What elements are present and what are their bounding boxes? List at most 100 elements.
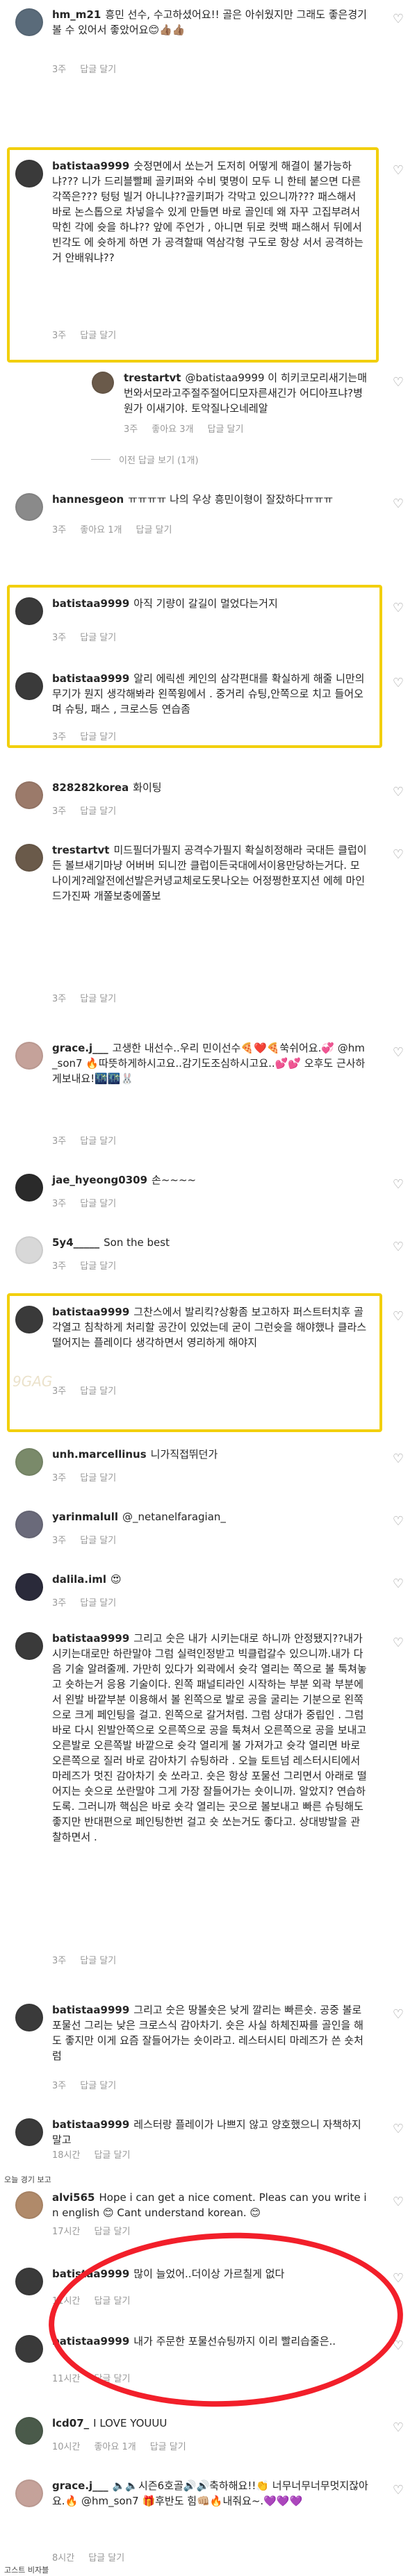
comment-meta: 3주 답글 달기 [52, 1133, 116, 1147]
comment-text: ㅠㅠㅠㅠ 나의 우상 흥민이형이 잘잤하다ㅠㅠㅠ [128, 493, 334, 506]
avatar[interactable] [15, 493, 43, 521]
comment-time: 3주 [124, 424, 138, 435]
comment-meta: 8시간 답글 달기 [52, 2550, 124, 2563]
comment-body: batistaa9999 그리고 숫은 땅볼숏은 낮게 깔리는 빠른숏. 공중 볼… [52, 2002, 368, 2063]
view-more-label[interactable]: 이전 답글 보기 (1개) [119, 453, 199, 466]
avatar[interactable] [15, 1174, 43, 1202]
reply-button[interactable]: 답글 달기 [80, 1133, 116, 1147]
comment-username[interactable]: dalila.iml [52, 1573, 106, 1586]
heart-icon[interactable]: ♡ [392, 2195, 404, 2209]
avatar[interactable] [15, 1511, 43, 1538]
avatar[interactable] [15, 1236, 43, 1264]
comment-username[interactable]: 828282korea [52, 781, 129, 794]
heart-icon[interactable]: ♡ [392, 1452, 404, 1466]
comment-body: batistaa9999 그리고 숫은 내가 시키는대로 하니까 안정됐지??내가… [52, 1631, 368, 1845]
comment-likes[interactable]: 좋아요 1개 [80, 522, 122, 535]
heart-icon[interactable]: ♡ [392, 676, 404, 690]
avatar[interactable] [15, 2417, 43, 2445]
comment-username[interactable]: trestartvt [52, 844, 109, 856]
comment-username[interactable]: grace.j___ [52, 2479, 108, 2492]
avatar[interactable] [15, 781, 43, 809]
heart-icon[interactable]: ♡ [392, 163, 404, 178]
reply-button[interactable]: 답글 달기 [94, 2224, 130, 2237]
comment-username[interactable]: trestartvt [124, 372, 181, 384]
heart-icon[interactable]: ♡ [392, 785, 404, 799]
comment-username[interactable]: hannesgeon [52, 493, 124, 506]
heart-icon[interactable]: ♡ [392, 375, 404, 390]
comment-time: 3주 [52, 1598, 67, 1609]
avatar[interactable] [15, 2191, 43, 2219]
heart-icon[interactable]: ♡ [392, 601, 404, 615]
reply-button[interactable]: 답글 달기 [88, 2550, 124, 2563]
heart-icon[interactable]: ♡ [392, 1045, 404, 1060]
view-previous-replies[interactable]: 이전 답글 보기 (1개) [91, 453, 199, 466]
heart-icon[interactable]: ♡ [392, 497, 404, 511]
avatar[interactable] [15, 2004, 43, 2031]
reply-button[interactable]: 답글 달기 [94, 2147, 130, 2161]
comment-username[interactable]: hm_m21 [52, 8, 101, 21]
avatar[interactable] [15, 1573, 43, 1601]
avatar-ring [15, 1174, 43, 1202]
heart-icon[interactable]: ♡ [392, 2420, 404, 2435]
heart-icon[interactable]: ♡ [392, 1240, 404, 1254]
avatar[interactable] [15, 1042, 43, 1070]
avatar[interactable] [15, 1632, 43, 1660]
comment-meta: 10시간 좋아요 1개 답글 달기 [52, 2439, 186, 2452]
heart-icon[interactable]: ♡ [392, 2007, 404, 2022]
comment-likes[interactable]: 좋아요 3개 [152, 422, 193, 435]
heart-icon[interactable]: ♡ [392, 1514, 404, 1529]
reply-button[interactable]: 답글 달기 [80, 1533, 116, 1546]
avatar-ring [15, 844, 43, 872]
heart-icon[interactable]: ♡ [392, 12, 404, 26]
reply-button[interactable]: 답글 달기 [80, 1470, 116, 1484]
avatar-ring [15, 1632, 43, 1660]
reply-button[interactable]: 답글 달기 [80, 991, 116, 1004]
comment-username[interactable]: batistaa9999 [52, 2118, 129, 2131]
avatar[interactable] [15, 2268, 43, 2295]
avatar[interactable] [92, 372, 114, 394]
heart-icon[interactable]: ♡ [392, 1309, 404, 1324]
avatar[interactable] [15, 2118, 43, 2146]
heart-icon[interactable]: ♡ [392, 1636, 404, 1650]
reply-button[interactable]: 답글 달기 [80, 1196, 116, 1209]
reply-button[interactable]: 답글 달기 [80, 2078, 116, 2091]
avatar[interactable] [15, 2479, 43, 2507]
comment-username[interactable]: 5y4_____ [52, 1236, 99, 1249]
reply-button[interactable]: 답글 달기 [150, 2439, 186, 2452]
comment-username[interactable]: jae_hyeong0309 [52, 1174, 147, 1186]
comment-username[interactable]: unh.marcellinus [52, 1448, 147, 1461]
comment-username[interactable]: grace.j___ [52, 1042, 108, 1054]
comment-time: 3주 [52, 994, 67, 1004]
comment-username[interactable]: alvi565 [52, 2191, 95, 2204]
avatar[interactable] [15, 1448, 43, 1476]
comment-likes[interactable]: 좋아요 1개 [94, 2439, 136, 2452]
heart-icon[interactable]: ♡ [392, 847, 404, 862]
heart-icon[interactable]: ♡ [392, 2122, 404, 2136]
comment-username[interactable]: batistaa9999 [52, 1632, 129, 1645]
comment-username[interactable]: yarinmalull [52, 1511, 118, 1523]
avatar[interactable] [15, 844, 43, 872]
heart-icon[interactable]: ♡ [392, 1577, 404, 1591]
heart-icon[interactable]: ♡ [392, 2483, 404, 2498]
comment-username[interactable]: lcd07_ [52, 2417, 89, 2429]
comment-time: 3주 [52, 1261, 67, 1272]
reply-button[interactable]: 답글 달기 [80, 804, 116, 817]
avatar[interactable] [15, 8, 43, 36]
comment-time: 3주 [52, 806, 67, 817]
reply-button[interactable]: 답글 달기 [207, 422, 243, 435]
heart-icon[interactable]: ♡ [392, 2271, 404, 2286]
reply-button[interactable]: 답글 달기 [136, 522, 172, 535]
comment-time: 3주 [52, 525, 67, 535]
comment-username[interactable]: batistaa9999 [52, 2004, 129, 2016]
reply-button[interactable]: 답글 달기 [80, 1258, 116, 1272]
avatar-ring [15, 2479, 43, 2507]
comment-item: 828282korea 화이팅 ♡ 3주 답글 달기 [0, 774, 417, 823]
reply-button[interactable]: 답글 달기 [80, 1595, 116, 1609]
reply-button[interactable]: 답글 달기 [80, 1953, 116, 1966]
comment-text: I LOVE YOUUU [93, 2417, 167, 2429]
heart-icon[interactable]: ♡ [392, 1177, 404, 1192]
comment-item: 5y4_____ Son the best ♡ 3주 답글 달기 [0, 1229, 417, 1278]
comment-time: 3주 [52, 1473, 67, 1484]
avatar[interactable] [15, 2335, 43, 2363]
reply-button[interactable]: 답글 달기 [80, 62, 116, 75]
